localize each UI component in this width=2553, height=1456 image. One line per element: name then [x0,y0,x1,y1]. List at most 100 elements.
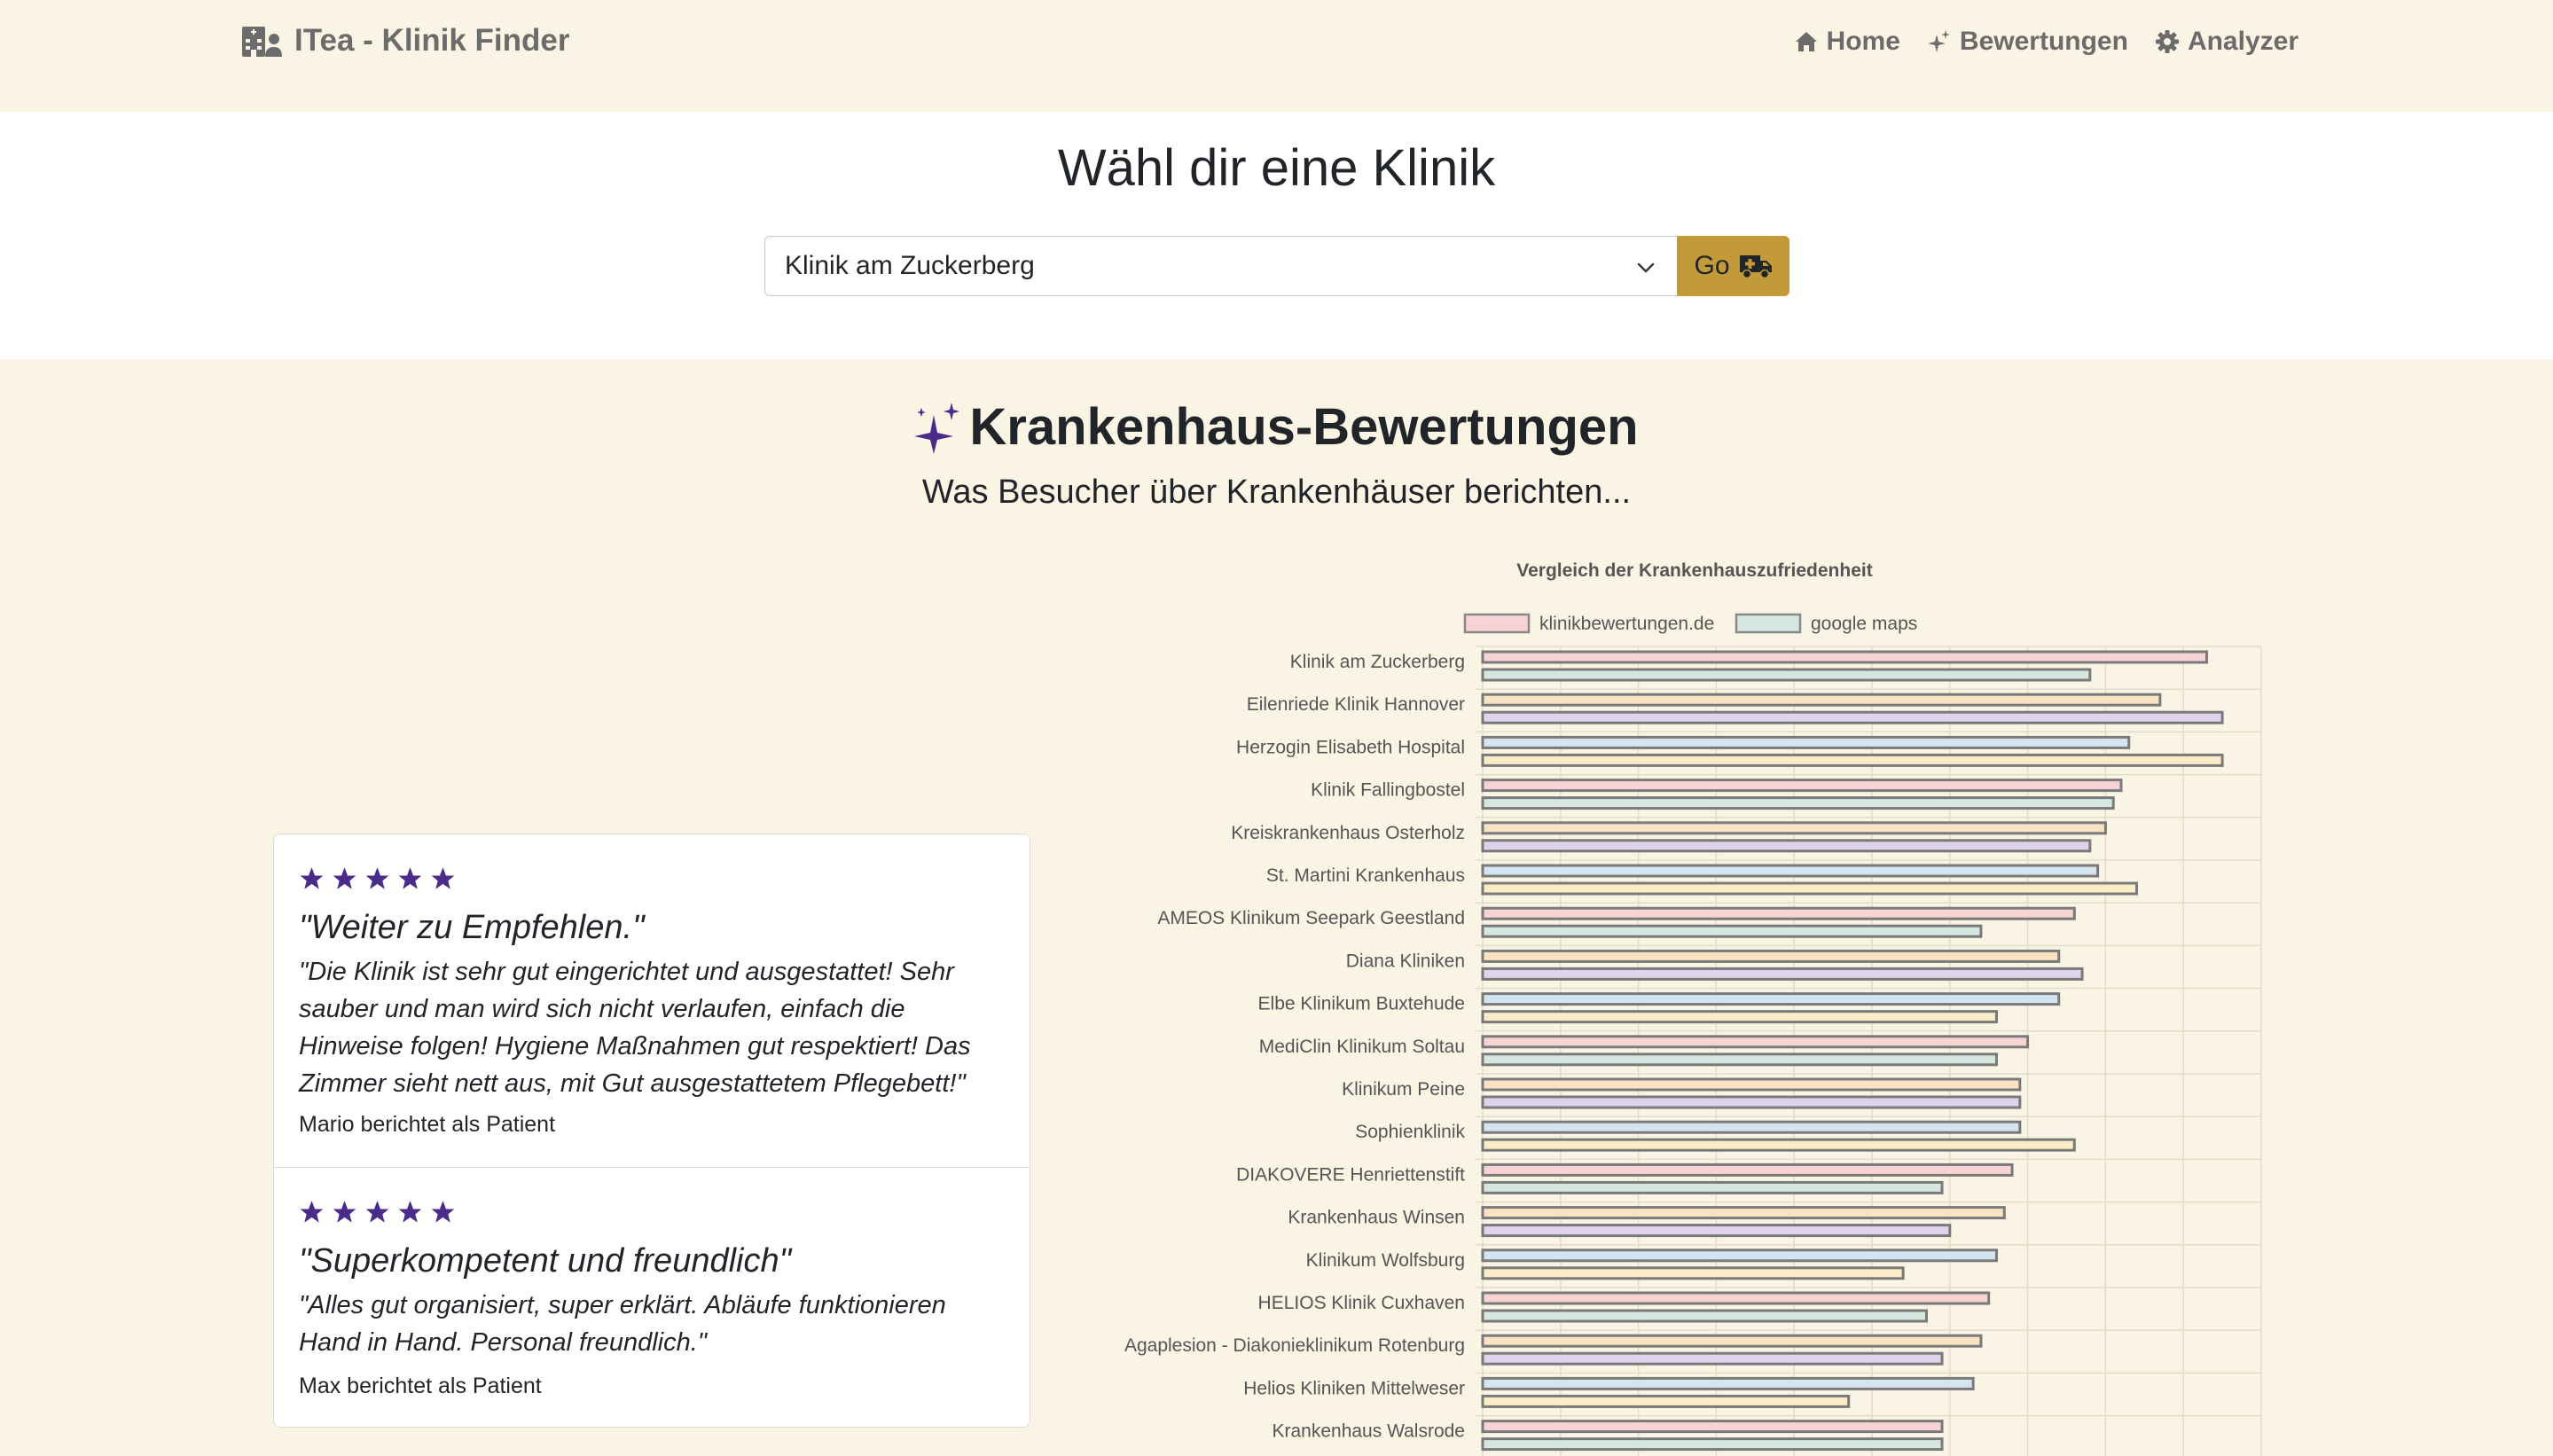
reviews-title: Krankenhaus-Bewertungen [914,397,1639,457]
star-rating [299,1200,456,1225]
nav-analyzer-label: Analyzer [2187,27,2298,56]
clinic-select-section: Wähl dir eine Klinik Klinik am Zuckerber… [0,112,2553,359]
legend-swatch [1735,613,1802,634]
chart-title: Vergleich der Krankenhauszufriedenheit [1516,560,1872,581]
bar [1481,924,1983,938]
stars-icon [914,402,960,454]
category-label: Klinikum Wolfsburg [1306,1250,1465,1271]
star-icon [300,1201,324,1223]
category-label: Krankenhaus Walsrode [1272,1421,1465,1442]
bar [1481,821,2107,835]
clinic-select-value: Klinik am Zuckerberg [785,251,1035,280]
bar [1481,1224,1952,1238]
bar [1481,1077,2022,1092]
bar [1481,839,2092,853]
clinic-select[interactable]: Klinik am Zuckerberg [764,236,1678,296]
star-icon [431,867,455,889]
bar [1481,1010,1998,1024]
review-text-line: "Die Klinik ist sehr gut eingerichtet un… [299,958,954,986]
star-icon [365,867,389,889]
nav-home[interactable]: Home [1794,27,1900,57]
bar [1481,1437,1944,1452]
review-text-line: Hand in Hand. Personal freundlich." [299,1328,708,1357]
bar [1481,1180,1944,1194]
bar [1481,1420,1944,1434]
category-label: Diana Kliniken [1346,951,1465,971]
reviews-subtitle: Was Besucher über Krankenhäuser berichte… [921,474,1632,511]
bar [1481,1334,1983,1348]
review-author: Max berichtet als Patient [299,1374,542,1398]
review-text-line: Zimmer sieht nett aus, mit Gut ausgestat… [299,1069,966,1098]
star-icon [333,867,356,889]
legend-swatch [1463,613,1531,634]
nav-analyzer[interactable]: Analyzer [2155,27,2298,57]
category-label: DIAKOVERE Henriettenstift [1236,1164,1465,1185]
nav-home-label: Home [1826,27,1900,56]
bar [1481,1095,2022,1109]
bar [1481,1249,1998,1263]
chevron-down-icon [1637,262,1655,273]
legend-label: google maps [1811,614,1917,634]
bar [1481,1351,1944,1366]
gear-icon [2155,30,2179,53]
select-title: Wähl dir eine Klinik [1057,139,1496,197]
review-title: "Superkompetent und freundlich" [299,1242,792,1280]
bar [1481,1138,2076,1152]
category-label: Herzogin Elisabeth Hospital [1236,737,1465,757]
category-label: Elbe Klinikum Buxtehude [1258,994,1465,1014]
star-icon [431,1201,455,1223]
brand[interactable]: ITea - Klinik Finder [241,23,570,59]
bar [1481,881,2139,896]
reviews-title-label: Krankenhaus-Bewertungen [969,398,1639,456]
navbar: ITea - Klinik Finder Home Bewertungen An… [0,0,2553,112]
star-icon [398,1201,422,1223]
bar [1481,693,2162,707]
bar [1481,1291,1991,1305]
house-icon [1795,32,1817,51]
bar [1481,1376,1975,1390]
go-button-label: Go [1694,251,1730,280]
review-text-line: Hinweise folgen! Hygiene Maßnahmen gut r… [299,1032,971,1061]
review-text: "Alles gut organisiert, super erklärt. A… [299,1287,1008,1361]
nav-bewertungen-label: Bewertungen [1959,27,2128,56]
bar [1481,1309,1928,1323]
bar [1481,735,2131,749]
bar [1481,992,2061,1006]
bar [1481,650,2209,664]
go-button[interactable]: Go [1677,236,1789,296]
bar [1481,1035,2030,1049]
star-icon [300,867,324,889]
satisfaction-chart: Vergleich der Krankenhauszufriedenheit kl… [1124,560,2262,1456]
category-label: Klinik Fallingbostel [1311,780,1465,801]
brand-label: ITea - Klinik Finder [294,23,570,58]
bar [1481,1120,2022,1134]
bar [1481,753,2224,767]
category-label: St. Martini Krankenhaus [1266,865,1465,886]
reviews-header: Krankenhaus-Bewertungen [0,397,2553,458]
review-title: "Weiter zu Empfehlen." [299,909,645,946]
category-label: Klinik am Zuckerberg [1290,652,1465,672]
review-item: "Weiter zu Empfehlen." "Die Klinik ist s… [274,834,1030,1168]
category-label: Eilenriede Klinik Hannover [1247,694,1465,715]
category-label: Klinikum Peine [1342,1079,1465,1100]
nav-bewertungen[interactable]: Bewertungen [1927,27,2128,57]
category-label: Agaplesion - Diakonieklinikum Rotenburg [1124,1335,1465,1356]
review-text-line: "Alles gut organisiert, super erklärt. A… [299,1291,946,1319]
nav-links: Home Bewertungen Analyzer [1794,27,2298,57]
star-icon [333,1201,356,1223]
bar [1481,906,2076,920]
hospital-user-icon [242,27,282,57]
star-icon [365,1201,389,1223]
bar [1481,1053,1998,1067]
category-label: Kreiskrankenhaus Osterholz [1231,823,1465,843]
bar [1481,864,2100,878]
review-author: Mario berichtet als Patient [299,1112,556,1137]
category-label: Sophienklinik [1355,1122,1465,1142]
review-text: "Die Klinik ist sehr gut eingerichtet un… [299,953,1008,1102]
bar [1481,796,2115,810]
bar [1481,710,2224,724]
bar [1481,779,2123,793]
bar [1481,668,2092,682]
bar [1481,1266,1905,1280]
stars-icon [1927,30,1950,52]
